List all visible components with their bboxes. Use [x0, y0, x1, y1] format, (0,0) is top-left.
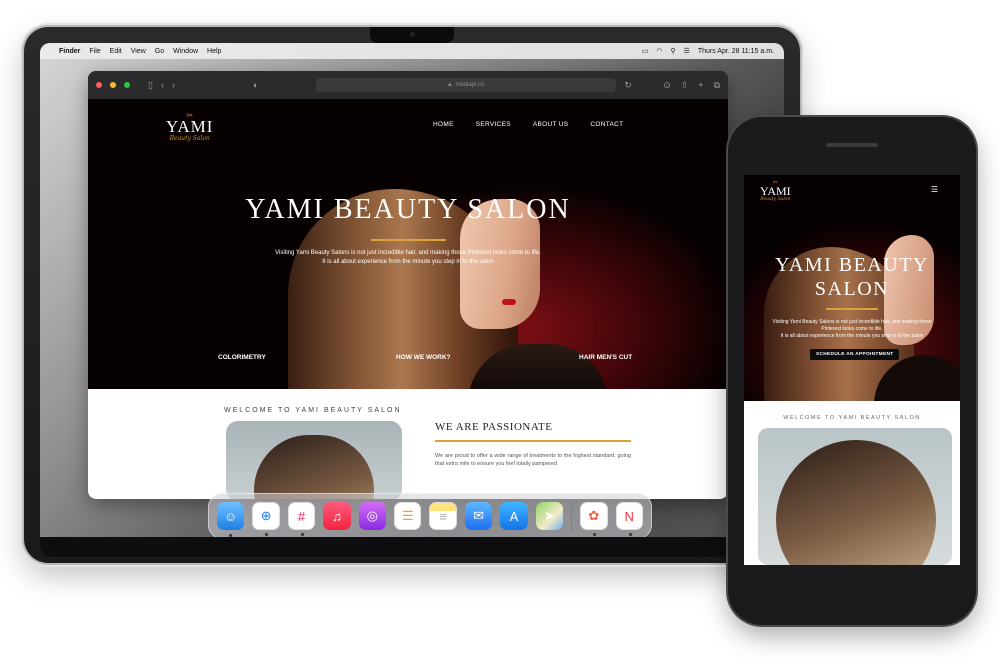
downloads-icon[interactable]: ⊙ [663, 80, 671, 91]
site-logo[interactable]: ✂ YAMI Beauty Salon [166, 111, 213, 142]
hero-section: ✂ YAMI Beauty Salon HOME SERVICES ABOUT … [88, 99, 728, 389]
mobile-hero-title-line-2: SALON [814, 278, 890, 300]
salon-website: ✂ YAMI Beauty Salon HOME SERVICES ABOUT … [88, 99, 728, 499]
hero-text-line-1: Visiting Yami Beauty Salons is not just … [275, 250, 541, 256]
share-icon[interactable]: ⇧ [681, 80, 689, 91]
zoom-window-button[interactable] [124, 82, 130, 88]
mobile-welcome-section: WELCOME TO YAMI BEAUTY SALON [744, 401, 960, 565]
reload-icon[interactable]: ↻ [624, 80, 632, 91]
welcome-title: WELCOME TO YAMI BEAUTY SALON [224, 407, 402, 414]
mobile-hero-text-line-3: It is all about experience from the minu… [780, 333, 924, 339]
notes-icon[interactable]: ≡ [429, 502, 457, 530]
link-how-we-work[interactable]: HOW WE WORK? [396, 354, 451, 361]
hero-divider [371, 239, 446, 241]
hero-text-line-2: It is all about experience from the minu… [322, 259, 494, 265]
link-colorimetry[interactable]: COLORIMETRY [218, 354, 266, 361]
browser-toolbar: ▯ ‹ › ◐ 🔒︎ mediapi.co ↻ ⊙ ⇧ + ⧉ [88, 71, 728, 99]
link-hair-mens-cut[interactable]: HAIR MEN'S CUT [579, 354, 632, 361]
menu-edit[interactable]: Edit [110, 48, 122, 55]
maps-icon[interactable]: ➤ [535, 502, 564, 530]
phone-speaker [826, 143, 878, 147]
control-center-icon[interactable]: ☰ [684, 47, 690, 55]
sidebar-toggle-icon[interactable]: ▯ [148, 80, 153, 91]
menu-window[interactable]: Window [173, 48, 198, 55]
podcasts-icon[interactable]: ◎ [358, 502, 387, 530]
laptop-notch [370, 27, 454, 43]
mobile-hero-title-line-1: YAMI BEAUTY [775, 254, 929, 276]
passion-divider [435, 440, 631, 442]
address-bar-url: mediapi.co [455, 82, 485, 88]
camera-icon [410, 32, 415, 37]
welcome-photo [226, 421, 402, 499]
hero-model-lips [502, 299, 516, 305]
forward-icon[interactable]: › [172, 80, 175, 90]
mobile-welcome-photo-hair [776, 440, 936, 565]
app-store-icon[interactable]: A [500, 502, 528, 530]
logo-main-text: YAMI [166, 117, 214, 136]
nav-services[interactable]: SERVICES [476, 121, 511, 128]
nav-about-us[interactable]: ABOUT US [533, 121, 569, 128]
mobile-hero-title: YAMI BEAUTY SALON [744, 253, 960, 301]
main-nav: HOME SERVICES ABOUT US CONTACT [433, 121, 623, 128]
macos-dock: ☺ ⊕ # ♫ ◎ ☰ ≡ ✉ A ➤ ✿ N [208, 493, 652, 539]
dock-separator [571, 501, 573, 531]
laptop-chin [40, 537, 784, 557]
running-indicator [628, 533, 632, 536]
passion-title: WE ARE PASSIONATE [435, 421, 553, 433]
menu-go[interactable]: Go [155, 48, 164, 55]
menu-app-name[interactable]: Finder [59, 48, 80, 55]
mail-icon[interactable]: ✉ [464, 502, 493, 530]
menu-view[interactable]: View [131, 48, 146, 55]
battery-icon[interactable]: ▭ [642, 47, 649, 55]
photos-icon[interactable]: ✿ [580, 502, 608, 536]
new-tab-icon[interactable]: + [698, 80, 703, 91]
running-indicator [300, 533, 304, 536]
mobile-hero-text-line-2: Pinterest looks come to life. [821, 326, 883, 332]
schedule-appointment-button[interactable]: SCHEDULE AN APPOINTMENT [810, 349, 900, 360]
laptop-screen: Finder File Edit View Go Window Help ▭ ◠… [40, 43, 784, 557]
mobile-hero-divider [826, 308, 878, 310]
running-indicator [265, 533, 269, 536]
phone-screen: ✂ YAMI Beauty Salon ☰ YAMI BEAUTY SALON … [744, 175, 960, 565]
mobile-hero-description: Visiting Yami Beauty Salons is not just … [762, 319, 942, 340]
safari-icon[interactable]: ⊕ [252, 502, 280, 536]
hamburger-menu-icon[interactable]: ☰ [931, 185, 938, 194]
hero-description: Visiting Yami Beauty Salons is not just … [248, 249, 568, 267]
mobile-hero-section: ✂ YAMI Beauty Salon ☰ YAMI BEAUTY SALON … [744, 175, 960, 401]
spotlight-icon[interactable]: ⚲ [670, 47, 675, 55]
back-icon[interactable]: ‹ [161, 80, 164, 90]
mobile-logo-sub-text: Beauty Salon [760, 197, 791, 202]
close-window-button[interactable] [96, 82, 102, 88]
mobile-welcome-title: WELCOME TO YAMI BEAUTY SALON [783, 415, 921, 421]
mobile-hero-text-line-1: Visiting Yami Beauty Salons is not just … [772, 319, 932, 325]
menu-help[interactable]: Help [207, 48, 221, 55]
phone-device: ✂ YAMI Beauty Salon ☰ YAMI BEAUTY SALON … [728, 117, 976, 625]
passion-text: We are proud to offer a wide range of tr… [435, 453, 631, 467]
minimize-window-button[interactable] [110, 82, 116, 88]
nav-home[interactable]: HOME [433, 121, 454, 128]
reminders-icon[interactable]: ☰ [394, 502, 422, 530]
menu-file[interactable]: File [89, 48, 100, 55]
privacy-shield-icon[interactable]: ◐ [253, 80, 258, 90]
hero-title: YAMI BEAUTY SALON [245, 194, 571, 225]
wifi-icon[interactable]: ◠ [656, 47, 662, 55]
logo-sub-text: Beauty Salon [169, 135, 210, 142]
mobile-welcome-photo [758, 428, 952, 565]
slack-icon[interactable]: # [287, 502, 316, 536]
music-icon[interactable]: ♫ [323, 502, 351, 530]
news-icon[interactable]: N [615, 502, 643, 536]
browser-window: ▯ ‹ › ◐ 🔒︎ mediapi.co ↻ ⊙ ⇧ + ⧉ ✂ YAMI B… [88, 71, 728, 499]
finder-icon[interactable]: ☺ [217, 502, 245, 537]
laptop-device: Finder File Edit View Go Window Help ▭ ◠… [24, 27, 800, 563]
welcome-photo-hair [254, 435, 374, 499]
tab-overview-icon[interactable]: ⧉ [714, 80, 720, 91]
nav-contact[interactable]: CONTACT [590, 121, 623, 128]
running-indicator [593, 533, 597, 536]
welcome-section: WELCOME TO YAMI BEAUTY SALON WE ARE PASS… [88, 389, 728, 499]
macos-menubar: Finder File Edit View Go Window Help ▭ ◠… [40, 43, 784, 59]
mobile-site-logo[interactable]: ✂ YAMI Beauty Salon [760, 179, 791, 202]
lock-icon: 🔒︎ [448, 81, 452, 88]
address-bar[interactable]: 🔒︎ mediapi.co [316, 78, 617, 92]
menubar-clock[interactable]: Thurs Apr. 28 11:15 a.m. [698, 48, 774, 55]
